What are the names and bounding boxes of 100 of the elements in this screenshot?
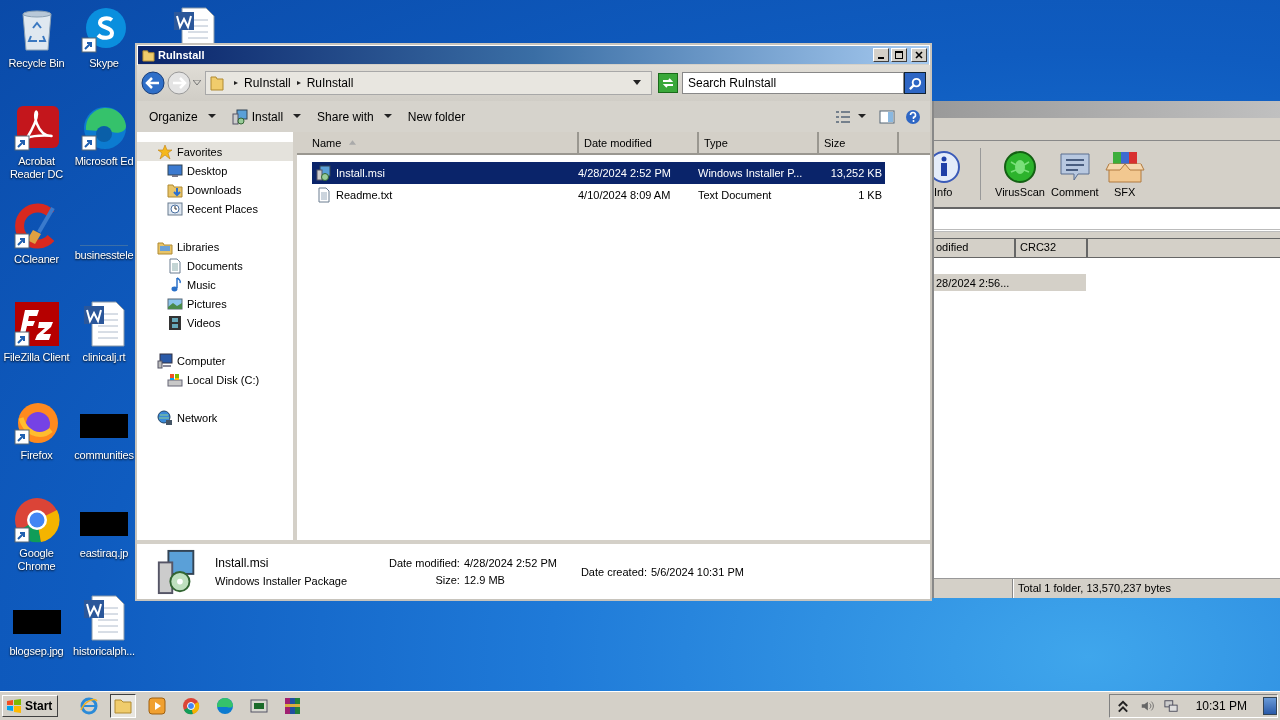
desktop-icon-label[interactable]: CCleaner [14, 253, 59, 266]
nav-item[interactable]: Favorites [137, 142, 293, 161]
search-field[interactable]: Search RuInstall [682, 72, 904, 94]
text-file-icon [316, 187, 332, 203]
nav-item[interactable]: Desktop [137, 161, 293, 180]
installer-icon [316, 165, 332, 181]
nav-item[interactable]: Computer [137, 351, 293, 370]
file-row[interactable]: 28/2024 2:56... [934, 274, 1086, 291]
folder-icon [113, 696, 134, 716]
start-button[interactable]: Start [2, 695, 59, 717]
desktop-icon-label[interactable]: clinicalj.rt [82, 351, 126, 364]
close-icon [914, 50, 924, 60]
desktop-icon-label[interactable]: eastiraq.jp [79, 547, 129, 560]
desktop-icon-label[interactable]: Firefox [20, 449, 53, 462]
windows-flag-icon [6, 698, 22, 714]
dropdown-arrow-icon[interactable] [858, 114, 866, 119]
help-icon [905, 108, 921, 125]
volume-icon[interactable] [1139, 699, 1154, 713]
toolbar-button[interactable]: SFX [1104, 150, 1145, 198]
taskbar-button[interactable] [110, 694, 137, 718]
file-row[interactable]: Readme.txt 4/10/2024 8:09 AM Text Document 1 KB [312, 184, 885, 206]
edge-icon [80, 104, 128, 152]
nav-item[interactable]: Videos [137, 313, 293, 332]
property-label: Date modified: [389, 557, 460, 569]
chevron-icon [295, 80, 302, 86]
nav-item[interactable]: Documents [137, 256, 293, 275]
minimize-icon [878, 57, 884, 59]
toolbar-button[interactable]: Organize [143, 105, 222, 128]
maximize-icon [894, 50, 904, 60]
toolbar-button[interactable]: Share with [311, 105, 398, 128]
caret-icon [207, 114, 216, 119]
close-button[interactable] [911, 48, 927, 62]
bug-scan-icon [1002, 150, 1037, 184]
caret-icon [293, 114, 302, 119]
archive-box-icon [1104, 150, 1145, 184]
recent-places-icon [167, 200, 183, 217]
toolbar-button[interactable]: VirusScan [995, 150, 1045, 198]
desktop-icon-label[interactable]: businesstele [74, 249, 134, 262]
refresh-button[interactable] [658, 73, 678, 93]
nav-item[interactable]: Local Disk (C:) [137, 370, 293, 389]
desktop-icon-label[interactable]: blogsep.jpg [9, 645, 64, 658]
maximize-button[interactable] [891, 48, 907, 62]
preview-pane-icon [879, 108, 895, 125]
computer-icon [157, 352, 173, 369]
desktop-icon-label[interactable]: Skype [89, 57, 119, 70]
disk-drive-icon [167, 371, 183, 388]
sort-arrow-icon [349, 140, 357, 145]
nav-item[interactable]: Network [137, 408, 293, 427]
chevron-up-icon[interactable] [1115, 699, 1130, 713]
desktop-icon-label[interactable]: historicalph... [73, 645, 135, 658]
nav-item[interactable]: Downloads [137, 180, 293, 199]
filezilla-icon [12, 300, 61, 348]
desktop-icon-label[interactable]: FileZilla Client [3, 351, 70, 364]
column-header[interactable]: Date modified [579, 132, 699, 153]
desktop-icon-label[interactable]: Google Chrome [0, 547, 73, 573]
address-bar[interactable]: RuInstall RuInstall [205, 71, 652, 95]
downloads-folder-icon [167, 181, 183, 198]
acrobat-icon [12, 104, 61, 152]
toolbar-button[interactable]: Info [934, 150, 964, 198]
internet-explorer-icon [79, 696, 100, 716]
property-label: Size: [434, 574, 460, 586]
desktop-icon-label[interactable]: Recycle Bin [8, 57, 65, 70]
dropdown-arrow-icon[interactable] [633, 80, 641, 86]
file-row[interactable]: Install.msi 4/28/2024 2:52 PM Windows Installer P... 13,252 KB [312, 162, 885, 184]
breadcrumb-item[interactable]: RuInstall [306, 76, 354, 90]
nav-item[interactable]: Libraries [137, 237, 293, 256]
breadcrumb-item[interactable]: RuInstall [244, 76, 291, 90]
line-icon [80, 245, 128, 246]
search-button[interactable] [904, 72, 926, 94]
list-view-icon [835, 108, 851, 125]
network-icon [157, 409, 173, 426]
minimize-button[interactable] [873, 48, 889, 62]
chrome-icon [181, 696, 202, 716]
nav-item[interactable]: Recent Places [137, 199, 293, 218]
file-name: Install.msi [215, 556, 270, 570]
back-button[interactable] [141, 71, 165, 95]
column-header[interactable]: Size [819, 132, 899, 153]
desktop-icon-label[interactable]: Acrobat Reader DC [0, 155, 73, 181]
property-value: 12.9 MB [463, 574, 506, 586]
skype-icon [80, 6, 128, 54]
desktop-icon-label[interactable]: communities [74, 449, 134, 462]
nav-item[interactable]: Pictures [137, 294, 293, 313]
window-title: RuInstall [158, 49, 205, 61]
nav-item[interactable]: Music [137, 275, 293, 294]
caret-icon [383, 114, 392, 119]
toolbar-button[interactable]: Install [225, 104, 308, 129]
path-field[interactable] [934, 209, 1280, 232]
desktop-icon-label[interactable]: Microsoft Ed [74, 155, 134, 168]
media-player-icon [147, 696, 168, 716]
search-icon [907, 75, 923, 91]
toolbar-button[interactable]: New folder [401, 105, 472, 128]
column-header[interactable]: Name [297, 132, 579, 153]
toolbar-button[interactable]: Comment [1050, 150, 1099, 198]
column-header[interactable]: Type [699, 132, 819, 153]
folder-icon [210, 75, 224, 91]
folder-icon [142, 48, 155, 62]
network-icon[interactable] [1163, 699, 1178, 713]
clock[interactable]: 10:31 PM [1195, 699, 1247, 713]
show-desktop-button[interactable] [1263, 697, 1277, 715]
pictures-icon [167, 295, 183, 312]
